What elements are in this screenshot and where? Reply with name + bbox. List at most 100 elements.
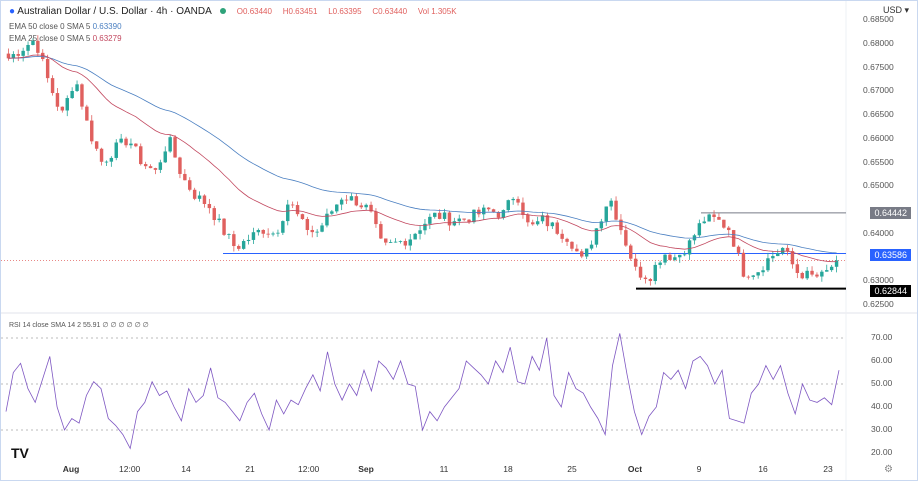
candle-body [575,248,579,252]
candle-body [820,271,824,277]
candle-body [393,241,398,243]
candle-body [276,232,280,234]
chart-window: ● Australian Dollar / U.S. Dollar · 4h ·… [0,0,918,481]
candle-body [256,229,261,233]
candle-body [785,247,790,252]
candle-body [129,143,133,146]
resistance-badge: 0.64442 [870,207,911,219]
candle-body [477,209,481,215]
rsi-tick-label: 60.00 [871,355,893,365]
candle-body [158,162,163,170]
ohlc-close: C0.63440 [372,7,408,16]
rsi-tick-label: 50.00 [871,378,893,388]
candle-body [212,208,216,221]
candle-body [604,206,608,222]
rsi-tick-label: 40.00 [871,401,893,411]
ema50-legend[interactable]: EMA 50 close 0 SMA 5 0.63390 [9,22,122,31]
candle-body [85,106,89,121]
candle-body [286,204,290,222]
candle-body [560,233,564,239]
candle-body [325,213,329,226]
ema50-label: EMA 50 close 0 SMA 5 [9,22,91,31]
candle-body [45,59,50,79]
candle-body [50,78,55,94]
candle-body [305,219,310,230]
candle-body [55,93,60,107]
candle-body [374,211,378,225]
candle-body [727,227,731,231]
candle-body [90,120,94,142]
support-badge: 0.62844 [870,285,911,297]
candle-body [589,244,594,249]
ema25-value: 0.63279 [92,34,122,43]
candle-body [633,258,638,267]
candle-body [526,214,530,223]
volume: Vol 1.305K [417,7,457,16]
candle-body [423,223,427,231]
candle-body [295,205,300,215]
candle-body [134,143,138,147]
price-tick-label: 0.62500 [863,298,894,309]
candle-body [349,196,354,201]
candle-body [702,221,706,224]
time-tick-label: 23 [823,464,833,474]
time-tick-label: 12:00 [298,464,320,474]
candle-body [731,230,736,247]
rsi-legend[interactable]: RSI 14 close SMA 14 2 55.91 ∅ ∅ ∅ ∅ ∅ ∅ [9,321,149,329]
candle-body [143,164,148,167]
price-tick-label: 0.68000 [863,38,894,48]
candle-body [457,218,461,222]
candle-body [741,252,746,277]
candle-body [707,214,711,222]
symbol-title[interactable]: Australian Dollar / U.S. Dollar · 4h · O… [17,6,211,17]
candle-body [766,258,770,271]
candle-body [384,238,388,243]
settings-icon[interactable]: ⚙ [884,464,893,475]
rsi-extra: ∅ ∅ ∅ ∅ ∅ ∅ [102,322,149,329]
candle-body [442,212,447,219]
price-tick-label: 0.63000 [863,275,894,286]
candle-body [344,199,349,201]
candle-body [437,212,442,219]
candle-body [192,189,197,199]
ema25-legend[interactable]: EMA 25 close 0 SMA 5 0.63279 [9,34,122,43]
candle-body [780,247,785,254]
candle-body [491,209,496,212]
candle-body [197,195,202,199]
candle-body [658,262,662,265]
candle-body [168,137,172,152]
candle-body [829,266,834,271]
time-tick-label: 21 [245,464,255,474]
candle-body [408,239,412,246]
candle-body [486,207,491,210]
candle-body [815,274,819,277]
candle-body [638,266,643,278]
chart-canvas[interactable] [1,1,918,481]
candle-body [531,222,535,225]
candle-body [300,214,305,220]
candle-body [722,219,726,228]
candle-body [810,270,814,275]
rsi-tick-label: 30.00 [871,424,893,434]
candle-body [222,218,226,235]
candle-body [246,239,251,242]
candle-body [648,279,653,282]
candle-body [516,198,520,203]
price-tick-label: 0.64000 [863,227,894,238]
candle-body [232,234,236,247]
candle-body [570,241,574,249]
candle-body [482,207,486,215]
candle-body [281,221,285,233]
candle-body [535,221,540,225]
current-price-badge: 0.63586 [870,249,911,261]
candle-body [163,151,167,163]
candle-body [756,272,760,276]
candle-body [712,214,716,217]
candle-body [6,53,11,59]
candle-body [104,161,109,163]
ema50-value: 0.63390 [92,22,122,31]
candle-body [795,264,800,273]
symbol-legend: ● Australian Dollar / U.S. Dollar · 4h ·… [9,6,457,17]
candle-body [320,225,324,232]
candle-body [521,202,525,215]
